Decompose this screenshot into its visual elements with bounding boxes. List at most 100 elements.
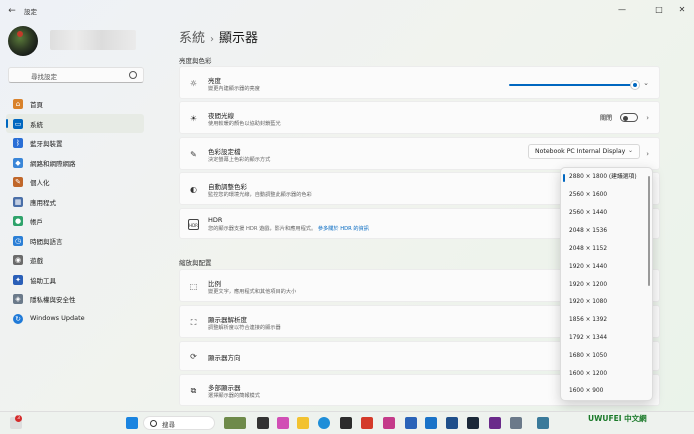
breadcrumb-parent[interactable]: 系統 bbox=[179, 31, 205, 46]
hdr-learn-more-link[interactable]: 參多關於 HDR 的資訊 bbox=[318, 226, 369, 232]
resolution-option[interactable]: 2560 × 1440 bbox=[561, 205, 646, 223]
sidebar-item-accounts[interactable]: ● 帳戶 bbox=[6, 211, 144, 231]
outlook-icon[interactable] bbox=[425, 417, 437, 429]
maximize-button[interactable]: □ bbox=[648, 3, 670, 17]
search-icon bbox=[150, 420, 157, 427]
sidebar-item-label: 協助工具 bbox=[30, 276, 56, 285]
resolution-option[interactable]: 1856 × 1392 bbox=[561, 312, 646, 330]
sidebar-item-label: 帳戶 bbox=[30, 218, 43, 226]
resolution-option[interactable]: 1920 × 1080 bbox=[561, 294, 646, 312]
resolution-option[interactable]: 1600 × 900 bbox=[561, 383, 646, 400]
resolution-option[interactable]: 2048 × 1536 bbox=[561, 223, 646, 241]
brightness-slider-thumb[interactable] bbox=[631, 81, 639, 89]
night-light-toggle[interactable] bbox=[620, 113, 638, 122]
shield-icon: ◈ bbox=[13, 294, 23, 304]
resolution-option[interactable]: 1920 × 1200 bbox=[561, 277, 646, 295]
setting-title: 多部顯示器 bbox=[208, 384, 241, 392]
search-placeholder: 尋找設定 bbox=[31, 73, 57, 81]
setting-title: 亮度 bbox=[208, 77, 221, 85]
app-icon[interactable] bbox=[489, 417, 501, 429]
sidebar-item-label: 網路和網際網路 bbox=[30, 159, 76, 168]
sidebar-item-label: 時間與語言 bbox=[30, 237, 63, 246]
selected-value: Notebook PC Internal Display bbox=[535, 148, 626, 155]
gamepad-icon: ◉ bbox=[13, 255, 23, 265]
system-icon: ▭ bbox=[13, 118, 23, 129]
setting-description: 變更內建顯示器的亮度 bbox=[208, 86, 260, 92]
scale-icon: ⬚ bbox=[189, 282, 198, 291]
word-icon[interactable] bbox=[405, 417, 417, 429]
edge-icon[interactable] bbox=[318, 417, 330, 429]
sidebar-item-apps[interactable]: ▦ 應用程式 bbox=[6, 192, 144, 212]
resolution-option[interactable]: 1920 × 1440 bbox=[561, 259, 646, 277]
user-name-redacted bbox=[50, 30, 136, 50]
resolution-option[interactable]: 2048 × 1152 bbox=[561, 241, 646, 259]
avatar-accent bbox=[17, 31, 23, 37]
sidebar-item-label: Windows Update bbox=[30, 313, 85, 322]
taskbar-search-label: 搜尋 bbox=[162, 421, 175, 429]
sun-icon: ☼ bbox=[189, 79, 198, 88]
setting-description: 選擇顯示器的簡報模式 bbox=[208, 393, 260, 399]
setting-title: 自動調整色彩 bbox=[208, 183, 247, 191]
setting-description: 調整解析度以符合連接的顯示器 bbox=[208, 325, 281, 331]
resolution-option[interactable]: 1680 × 1050 bbox=[561, 348, 646, 366]
resolution-dropdown[interactable]: 2880 × 1800 (建議選項) 2560 × 1600 2560 × 14… bbox=[560, 167, 653, 401]
chevron-right-icon[interactable]: › bbox=[646, 150, 649, 158]
chevron-right-icon: › bbox=[210, 34, 215, 45]
resolution-option[interactable]: 2560 × 1600 bbox=[561, 187, 646, 205]
store-icon[interactable] bbox=[340, 417, 352, 429]
chevron-right-icon[interactable]: › bbox=[646, 114, 649, 122]
task-view-icon[interactable] bbox=[257, 417, 269, 429]
color-profile-select[interactable]: Notebook PC Internal Display ⌄ bbox=[528, 144, 640, 159]
sidebar-item-time-language[interactable]: ◷ 時間與語言 bbox=[6, 231, 144, 251]
wifi-icon: ◆ bbox=[13, 157, 23, 168]
sidebar-item-bluetooth[interactable]: ᛒ 藍牙與裝置 bbox=[6, 133, 144, 153]
resolution-icon: ⛶ bbox=[190, 318, 197, 327]
sidebar-item-privacy[interactable]: ◈ 隱私權與安全性 bbox=[6, 289, 144, 309]
sidebar-item-network[interactable]: ◆ 網路和網際網路 bbox=[6, 153, 144, 173]
color-profile-card[interactable]: ✎ 色彩設定檔 決定螢幕上色彩的顯示方式 Notebook PC Interna… bbox=[179, 137, 660, 170]
sidebar-item-gaming[interactable]: ◉ 遊戲 bbox=[6, 250, 144, 270]
chevron-down-icon[interactable]: ⌄ bbox=[643, 79, 649, 87]
file-explorer-icon[interactable] bbox=[297, 417, 309, 429]
sidebar-item-home[interactable]: ⌂ 首頁 bbox=[6, 94, 144, 114]
pen-icon: ✎ bbox=[190, 150, 197, 159]
setting-description: 您的顯示器支援 HDR 遊戲，影片和應用程式。 參多關於 HDR 的資訊 bbox=[208, 225, 369, 232]
auto-color-icon: ◐ bbox=[190, 185, 197, 194]
night-light-card[interactable]: ☀ 夜間光線 使用較暖的顏色以協助封鎖藍光 關閉 › bbox=[179, 101, 660, 134]
sidebar-item-windows-update[interactable]: ↻ Windows Update bbox=[6, 309, 144, 329]
section-title-scale-layout: 縮放與配置 bbox=[179, 259, 212, 267]
app-icon[interactable] bbox=[537, 417, 549, 429]
resolution-option[interactable]: 1600 × 1200 bbox=[561, 366, 646, 384]
resolution-option[interactable]: 2880 × 1800 (建議選項) bbox=[561, 169, 646, 187]
windows-start-icon[interactable] bbox=[126, 417, 138, 429]
setting-description: 決定螢幕上色彩的顯示方式 bbox=[208, 157, 271, 163]
wallpaper-thumbnail-icon[interactable] bbox=[224, 417, 246, 429]
brightness-slider-track[interactable] bbox=[509, 84, 635, 86]
app-title: 設定 bbox=[24, 8, 37, 16]
setting-title: 夜間光線 bbox=[208, 112, 234, 120]
settings-gear-icon[interactable] bbox=[510, 417, 522, 429]
app-l-icon[interactable] bbox=[361, 417, 373, 429]
resolution-option[interactable]: 1792 × 1344 bbox=[561, 330, 646, 348]
taskbar-search[interactable]: 搜尋 bbox=[143, 416, 215, 430]
close-button[interactable]: ✕ bbox=[671, 3, 693, 17]
bluetooth-icon: ᛒ bbox=[13, 138, 23, 148]
toggle-state-label: 關閉 bbox=[600, 115, 613, 122]
home-icon: ⌂ bbox=[13, 99, 23, 109]
sidebar-item-accessibility[interactable]: ✦ 協助工具 bbox=[6, 270, 144, 290]
globe-clock-icon: ◷ bbox=[13, 235, 23, 246]
user-profile[interactable] bbox=[8, 26, 148, 58]
photos-icon[interactable] bbox=[383, 417, 395, 429]
dropdown-scrollbar[interactable] bbox=[648, 176, 650, 286]
minimize-button[interactable]: — bbox=[611, 3, 633, 17]
copilot-icon[interactable] bbox=[277, 417, 289, 429]
app-icon[interactable] bbox=[446, 417, 458, 429]
settings-search-input[interactable]: 尋找設定 bbox=[8, 67, 144, 83]
back-button[interactable]: ← bbox=[6, 5, 18, 17]
sidebar-item-personalization[interactable]: ✎ 個人化 bbox=[6, 172, 144, 192]
sidebar-item-label: 遊戲 bbox=[30, 257, 43, 265]
sidebar-item-system[interactable]: ▭ 系統 bbox=[6, 113, 144, 133]
steam-icon[interactable] bbox=[467, 417, 479, 429]
avatar bbox=[8, 26, 38, 56]
brightness-card[interactable]: ☼ 亮度 變更內建顯示器的亮度 ⌄ bbox=[179, 66, 660, 99]
